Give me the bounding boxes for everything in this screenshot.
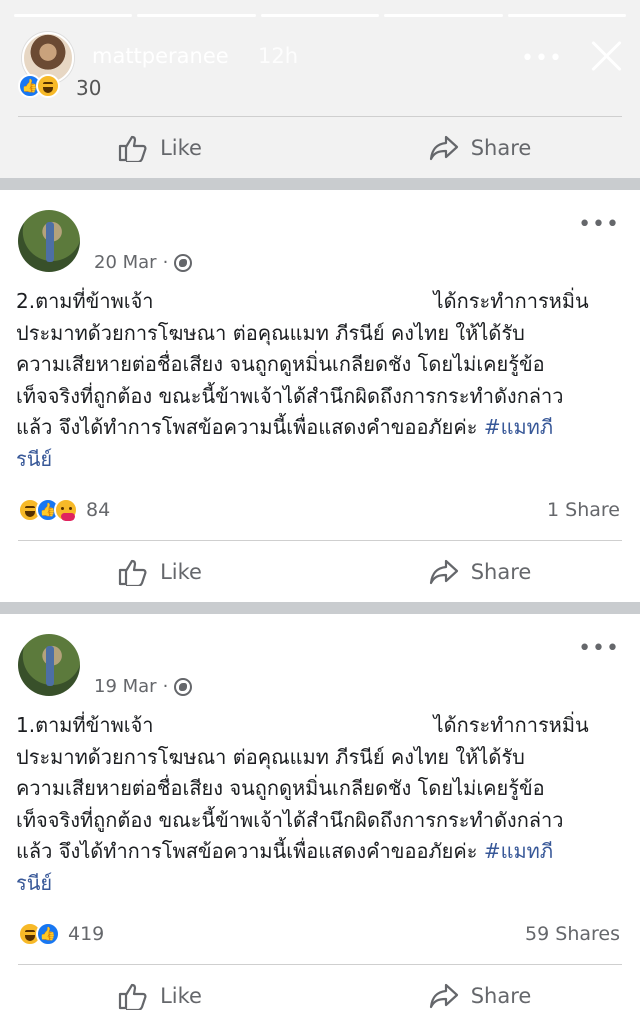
post-date[interactable]: 19 Mar <box>94 676 157 697</box>
hashtag-link[interactable]: รนีย์ <box>16 868 620 900</box>
post-text-line: ได้กระทำการหมิ่น <box>433 289 589 313</box>
share-button[interactable]: Share <box>320 120 640 176</box>
like-reaction-icon: 👍 <box>36 922 60 946</box>
post-action-bar: Like Share <box>0 544 640 600</box>
reaction-count[interactable]: 84 <box>86 499 110 521</box>
reaction-summary[interactable]: 👍 <box>18 74 60 98</box>
hashtag-link[interactable]: รนีย์ <box>16 444 620 476</box>
like-button[interactable]: Like <box>0 120 320 176</box>
post-date[interactable]: 20 Mar <box>94 252 157 273</box>
close-icon[interactable] <box>586 36 626 76</box>
post-meta: 20 Mar · <box>94 252 193 273</box>
post-text-line: เท็จจริงที่ถูกต้อง ขณะนี้ข้าพเจ้าได้สำนึ… <box>16 383 564 408</box>
like-label: Like <box>160 560 202 584</box>
share-button[interactable]: Share <box>320 968 640 1024</box>
post-body: 1.ตามที่ข้าพเจ้า ได้กระทำการหมิ่น ประมาทด… <box>16 710 620 899</box>
story-action-bar: Like Share <box>0 120 640 176</box>
share-label: Share <box>470 136 532 160</box>
more-options-icon[interactable]: ••• <box>578 212 620 237</box>
share-count[interactable]: 59 Shares <box>525 923 620 945</box>
post-stats: 👍 419 59 Shares <box>18 920 620 948</box>
post-stats: 👍 84 1 Share <box>18 496 620 524</box>
globe-icon <box>174 677 193 696</box>
share-arrow-icon <box>429 559 459 585</box>
reaction-count[interactable]: 30 <box>76 76 101 100</box>
post-text-line: ความเสียหายต่อชื่อเสียง จนถูกดูหมิ่นเกลี… <box>16 352 545 376</box>
post-text-line: ประมาทด้วยการโฆษณา ต่อคุณแมท ภีรนีย์ คงไ… <box>16 320 525 345</box>
post-avatar[interactable] <box>18 634 80 696</box>
story-header: mattperanee 12h ••• 👍 30 Like Share <box>0 0 640 178</box>
haha-reaction-icon <box>36 74 60 98</box>
like-label: Like <box>160 136 202 160</box>
thumbs-up-icon <box>118 134 148 162</box>
story-progress-bar <box>14 14 627 17</box>
like-button[interactable]: Like <box>0 544 320 600</box>
share-arrow-icon <box>429 135 459 161</box>
progress-segment <box>137 14 256 17</box>
post-text-line: แล้ว จึงได้ทำการโพสข้อความนี้เพื่อแสดงคำ… <box>16 415 478 439</box>
post-text-line: ความเสียหายต่อชื่อเสียง จนถูกดูหมิ่นเกลี… <box>16 776 545 800</box>
section-separator <box>0 178 640 190</box>
share-arrow-icon <box>429 983 459 1009</box>
post-body: 2.ตามที่ข้าพเจ้า ได้กระทำการหมิ่น ประมาทด… <box>16 286 620 475</box>
hashtag-link[interactable]: #แมทภี <box>484 415 553 439</box>
more-horizontal-icon[interactable]: ••• <box>521 46 563 71</box>
meta-separator: · <box>162 676 169 697</box>
story-username[interactable]: mattperanee <box>92 44 229 68</box>
post-avatar[interactable] <box>18 210 80 272</box>
like-label: Like <box>160 984 202 1008</box>
hashtag-link[interactable]: #แมทภี <box>484 839 553 863</box>
post-meta: 19 Mar · <box>94 676 193 697</box>
progress-segment <box>507 14 627 17</box>
story-time: 12h <box>258 44 299 68</box>
thumbs-up-icon <box>118 558 148 586</box>
progress-segment <box>260 14 380 17</box>
share-count[interactable]: 1 Share <box>547 499 620 521</box>
globe-icon <box>174 253 193 272</box>
post-text-line: 2.ตามที่ข้าพเจ้า <box>16 289 154 313</box>
post-card: 20 Mar · ••• 2.ตามที่ข้าพเจ้า ได้กระทำการ… <box>0 190 640 600</box>
post-text-line: เท็จจริงที่ถูกต้อง ขณะนี้ข้าพเจ้าได้สำนึ… <box>16 807 564 832</box>
post-card: 19 Mar · ••• 1.ตามที่ข้าพเจ้า ได้กระทำการ… <box>0 614 640 1024</box>
share-label: Share <box>470 560 532 584</box>
share-label: Share <box>470 984 532 1008</box>
care-reaction-icon <box>54 498 78 522</box>
meta-separator: · <box>162 252 169 273</box>
thumbs-up-icon <box>118 982 148 1010</box>
divider <box>18 116 622 117</box>
post-text-line: แล้ว จึงได้ทำการโพสข้อความนี้เพื่อแสดงคำ… <box>16 839 478 863</box>
post-text-line: ได้กระทำการหมิ่น <box>433 713 589 737</box>
divider <box>18 540 622 541</box>
reaction-count[interactable]: 419 <box>68 923 104 945</box>
progress-segment <box>14 14 133 17</box>
post-text-line: ประมาทด้วยการโฆษณา ต่อคุณแมท ภีรนีย์ คงไ… <box>16 744 525 769</box>
like-button[interactable]: Like <box>0 968 320 1024</box>
share-button[interactable]: Share <box>320 544 640 600</box>
section-separator <box>0 602 640 614</box>
post-text-line: 1.ตามที่ข้าพเจ้า <box>16 713 154 737</box>
post-action-bar: Like Share <box>0 968 640 1024</box>
progress-segment <box>384 14 503 17</box>
more-options-icon[interactable]: ••• <box>578 636 620 661</box>
divider <box>18 964 622 965</box>
